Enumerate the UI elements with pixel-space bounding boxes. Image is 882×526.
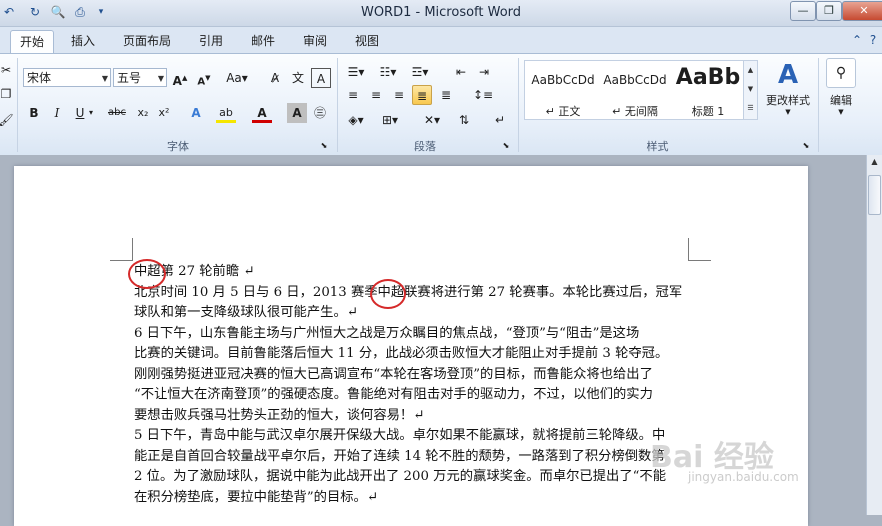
- scroll-thumb[interactable]: [868, 175, 881, 215]
- font-dialog-launcher-icon[interactable]: ⬊: [318, 136, 330, 156]
- align-left-icon[interactable]: ≡: [343, 85, 363, 105]
- crop-mark: [688, 238, 689, 260]
- doc-line: 刚刚强势挺进亚冠决赛的恒大已高调宣布“本轮在客场登顶”的目标，而鲁能众将也给出了: [134, 366, 653, 382]
- sort-icon[interactable]: ⇅: [454, 110, 474, 130]
- character-border-icon[interactable]: A: [311, 68, 331, 88]
- increase-indent-icon[interactable]: ⇥: [474, 62, 494, 82]
- tab-page-layout[interactable]: 页面布局: [114, 30, 180, 52]
- subscript-icon[interactable]: x₂: [133, 103, 153, 123]
- italic-icon[interactable]: I: [47, 103, 67, 123]
- ribbon: ✂ ❐ 🖌 宋体 ▼ 五号 ▼ A▲ A▼ Aa▾ A̷ 文 A B I U ▾ a…: [0, 53, 882, 156]
- tab-view[interactable]: 视图: [346, 30, 388, 52]
- align-center-icon[interactable]: ≡: [366, 85, 386, 105]
- crop-mark: [132, 238, 133, 260]
- show-marks-icon[interactable]: ↵: [490, 110, 510, 130]
- format-painter-icon[interactable]: 🖌: [0, 110, 16, 130]
- text-effects-icon[interactable]: A: [186, 103, 206, 123]
- doc-line: 2 位。为了激励球队，据说中能为此战开出了 200 万元的赢球奖金。而卓尔已提出…: [134, 469, 667, 484]
- clear-formatting-icon[interactable]: A̷: [265, 68, 285, 88]
- crop-mark: [110, 260, 133, 261]
- multilevel-list-icon[interactable]: ☲▾: [407, 62, 433, 82]
- doc-line: 要想击败兵强马壮势头正劲的恒大，谈何容易！↵: [134, 407, 425, 423]
- decrease-indent-icon[interactable]: ⇤: [451, 62, 471, 82]
- style-normal-name[interactable]: ↵ 正文: [529, 103, 597, 119]
- enclose-characters-icon[interactable]: ㊂: [310, 103, 330, 123]
- close-icon[interactable]: ✕: [842, 1, 882, 21]
- distributed-icon[interactable]: ≣: [436, 85, 456, 105]
- minimize-icon[interactable]: —: [790, 1, 816, 21]
- maximize-icon[interactable]: ❐: [816, 1, 842, 21]
- crop-mark: [688, 260, 711, 261]
- copy-icon[interactable]: ❐: [0, 84, 16, 104]
- scroll-up-icon[interactable]: ▲: [868, 157, 881, 171]
- doc-line: 6 日下午，山东鲁能主场与广州恒大之战是万众瞩目的焦点战，“登顶”与“阻击”是这…: [134, 325, 640, 341]
- superscript-icon[interactable]: x²: [154, 103, 174, 123]
- tab-references[interactable]: 引用: [190, 30, 232, 52]
- change-styles-button[interactable]: A 更改样式 ▼: [758, 58, 818, 116]
- doc-line: 球队和第一支降级球队很可能产生。↵: [134, 305, 358, 320]
- numbering-icon[interactable]: ☷▾: [375, 62, 401, 82]
- style-heading1-name[interactable]: 标题 1: [673, 103, 743, 119]
- font-group-label: 字体: [167, 140, 189, 153]
- styles-gallery: AaBbCcDd ↵ 正文 AaBbCcDd ↵ 无间隔 AaBb 标题 1: [524, 60, 744, 120]
- styles-dialog-launcher-icon[interactable]: ⬊: [800, 136, 812, 156]
- highlight-color-icon[interactable]: ab: [216, 103, 236, 123]
- doc-line: 在积分榜垫底，要拉中能垫背”的目标。↵: [134, 489, 378, 505]
- character-shading-icon[interactable]: A: [287, 103, 307, 123]
- shrink-font-icon[interactable]: A▼: [194, 68, 214, 88]
- grow-font-icon[interactable]: A▲: [170, 68, 190, 88]
- font-color-icon[interactable]: A: [252, 103, 272, 123]
- doc-line: 北京时间 10 月 5 日与 6 日，2013 赛季中超联赛将进行第 27 轮赛…: [134, 284, 683, 300]
- bullets-icon[interactable]: ☰▾: [343, 62, 369, 82]
- title-bar: ↶ ↻ 🔍 ⎙ ▾ WORD1 - Microsoft Word — ❐ ✕: [0, 0, 882, 27]
- tab-mailings[interactable]: 邮件: [242, 30, 284, 52]
- watermark-url: jingyan.baidu.com: [688, 470, 799, 484]
- highlight-circle: [370, 279, 406, 309]
- doc-line: 中超第 27 轮前瞻 ↵: [134, 264, 255, 279]
- bold-icon[interactable]: B: [24, 103, 44, 123]
- help-chevron-icon[interactable]: ⌃: [850, 32, 864, 49]
- line-spacing-icon[interactable]: ↕≡: [470, 85, 496, 105]
- document-body[interactable]: 中超第 27 轮前瞻 ↵ 北京时间 10 月 5 日与 6 日，2013 赛季中…: [134, 262, 694, 508]
- paragraph-group-label: 段落: [414, 140, 436, 153]
- highlight-circle: [128, 259, 166, 289]
- help-icon[interactable]: ?: [866, 32, 880, 49]
- style-normal-sample[interactable]: AaBbCcDd: [529, 73, 597, 87]
- doc-line: 比赛的关键词。目前鲁能落后恒大 11 分，此战必须击败恒大才能阻止对手提前 3 …: [134, 346, 669, 361]
- shading-icon[interactable]: ◈▾: [343, 110, 369, 130]
- align-right-icon[interactable]: ≡: [389, 85, 409, 105]
- style-heading1-sample[interactable]: AaBb: [673, 65, 743, 90]
- justify-icon[interactable]: ≣: [412, 85, 432, 105]
- phonetic-guide-icon[interactable]: 文: [288, 68, 308, 88]
- window-title: WORD1 - Microsoft Word: [360, 5, 522, 20]
- vertical-scrollbar[interactable]: ▲: [866, 155, 882, 515]
- style-no-spacing-sample[interactable]: AaBbCcDd: [601, 73, 669, 87]
- tab-home[interactable]: 开始: [10, 30, 54, 53]
- borders-icon[interactable]: ⊞▾: [377, 110, 403, 130]
- style-no-spacing-name[interactable]: ↵ 无间隔: [601, 103, 669, 119]
- editing-button[interactable]: ⚲ 编辑 ▼: [822, 58, 860, 116]
- font-name-combo[interactable]: 宋体 ▼: [23, 68, 111, 87]
- tab-review[interactable]: 审阅: [294, 30, 336, 52]
- change-case-icon[interactable]: Aa▾: [224, 68, 250, 88]
- doc-line: “不让恒大在济南登顶”的强硬态度。鲁能绝对有阻击对手的驱动力，不过，以他们的实力: [134, 387, 653, 402]
- styles-scroll[interactable]: ▲ ▼ ☰: [743, 60, 758, 120]
- change-styles-icon: A: [777, 60, 799, 90]
- ribbon-tabs: 开始 插入 页面布局 引用 邮件 审阅 视图 ⌃ ?: [0, 27, 882, 53]
- font-size-combo[interactable]: 五号 ▼: [113, 68, 167, 87]
- cut-icon[interactable]: ✂: [0, 60, 16, 80]
- underline-dropdown-icon[interactable]: ▾: [86, 103, 96, 123]
- strikethrough-icon[interactable]: abc: [105, 103, 129, 123]
- styles-group-label: 样式: [646, 140, 669, 153]
- binoculars-icon: ⚲: [826, 58, 856, 88]
- doc-line: 5 日下午，青岛中能与武汉卓尔展开保级大战。卓尔如果不能赢球，就将提前三轮降级。…: [134, 428, 666, 443]
- doc-line: 能正是自首回合较量战平卓尔后，开始了连续 14 轮不胜的颓势，一路落到了积分榜倒…: [134, 448, 665, 464]
- tab-insert[interactable]: 插入: [62, 30, 104, 52]
- chinese-layout-icon[interactable]: ✕▾: [418, 110, 446, 130]
- paragraph-dialog-launcher-icon[interactable]: ⬊: [500, 136, 512, 156]
